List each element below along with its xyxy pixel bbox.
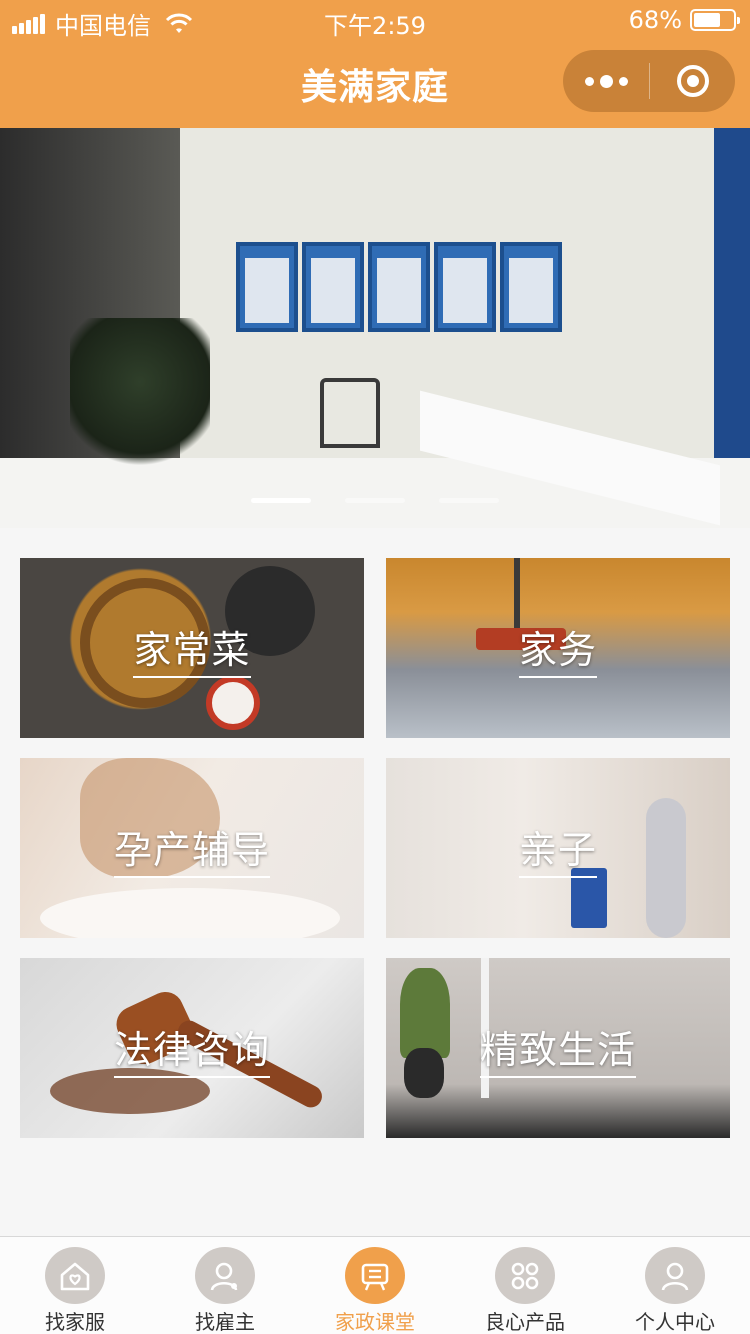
plant-image: [400, 968, 450, 1058]
more-dot-icon: [618, 76, 628, 86]
banner-noticeboard: [302, 242, 364, 332]
home-heart-icon: [45, 1247, 105, 1304]
category-card-legal[interactable]: 法律咨询: [20, 958, 364, 1138]
tab-classroom[interactable]: 家政课堂: [300, 1237, 450, 1334]
tab-products[interactable]: 良心产品: [450, 1237, 600, 1334]
carousel-dot[interactable]: [251, 498, 311, 503]
user-icon: [195, 1247, 255, 1304]
classroom-icon: [345, 1247, 405, 1304]
category-label: 家务: [518, 619, 597, 678]
tab-find-employer[interactable]: 找雇主: [150, 1237, 300, 1334]
banner-noticeboard: [368, 242, 430, 332]
category-label: 亲子: [518, 819, 597, 878]
chili-bowl-image: [206, 676, 260, 730]
status-bar: 中国电信 下午2:59 68%: [0, 0, 750, 40]
battery-icon: [690, 9, 740, 31]
person-icon: [645, 1247, 705, 1304]
category-card-lifestyle[interactable]: 精致生活: [386, 958, 730, 1138]
vase-image: [404, 1048, 444, 1098]
target-icon: [676, 65, 709, 97]
category-card-parenting[interactable]: 亲子: [386, 758, 730, 938]
grid-icon: [495, 1247, 555, 1304]
banner-noticeboard: [434, 242, 496, 332]
carousel-dot[interactable]: [345, 498, 405, 503]
nav-bar: 美满家庭: [0, 40, 750, 128]
category-label: 精致生活: [479, 1019, 636, 1078]
carousel-dot[interactable]: [439, 498, 499, 503]
pillow-image: [40, 888, 340, 938]
close-button[interactable]: [650, 50, 735, 112]
banner-carousel[interactable]: [0, 128, 750, 528]
more-dot-icon: [584, 76, 594, 86]
category-card-home-cooking[interactable]: 家常菜: [20, 558, 364, 738]
tab-label: 家政课堂: [335, 1310, 415, 1334]
banner-noticeboard: [500, 242, 562, 332]
category-card-housework[interactable]: 家务: [386, 558, 730, 738]
tab-label: 找家服: [45, 1310, 105, 1334]
tab-find-service[interactable]: 找家服: [0, 1237, 150, 1334]
tab-bar: 找家服 找雇主 家政课堂 良心产品 个人中心: [0, 1236, 750, 1334]
more-dot-icon: [599, 74, 613, 88]
battery-percent: 68%: [628, 6, 682, 34]
category-label: 家常菜: [133, 619, 251, 678]
miniprogram-capsule: [563, 50, 735, 112]
battery-fill: [694, 13, 720, 27]
banner-chair: [320, 378, 380, 448]
carousel-indicator: [0, 498, 750, 503]
tab-profile[interactable]: 个人中心: [600, 1237, 750, 1334]
mother-image: [646, 798, 686, 938]
tab-label: 找雇主: [195, 1310, 255, 1334]
banner-plant: [70, 318, 210, 478]
tab-label: 良心产品: [485, 1310, 565, 1334]
category-card-pregnancy[interactable]: 孕产辅导: [20, 758, 364, 938]
tab-label: 个人中心: [635, 1310, 715, 1334]
category-label: 孕产辅导: [113, 819, 270, 878]
more-button[interactable]: [563, 50, 649, 112]
status-right: 68%: [628, 6, 740, 34]
category-label: 法律咨询: [113, 1019, 270, 1078]
banner-noticeboard: [236, 242, 298, 332]
